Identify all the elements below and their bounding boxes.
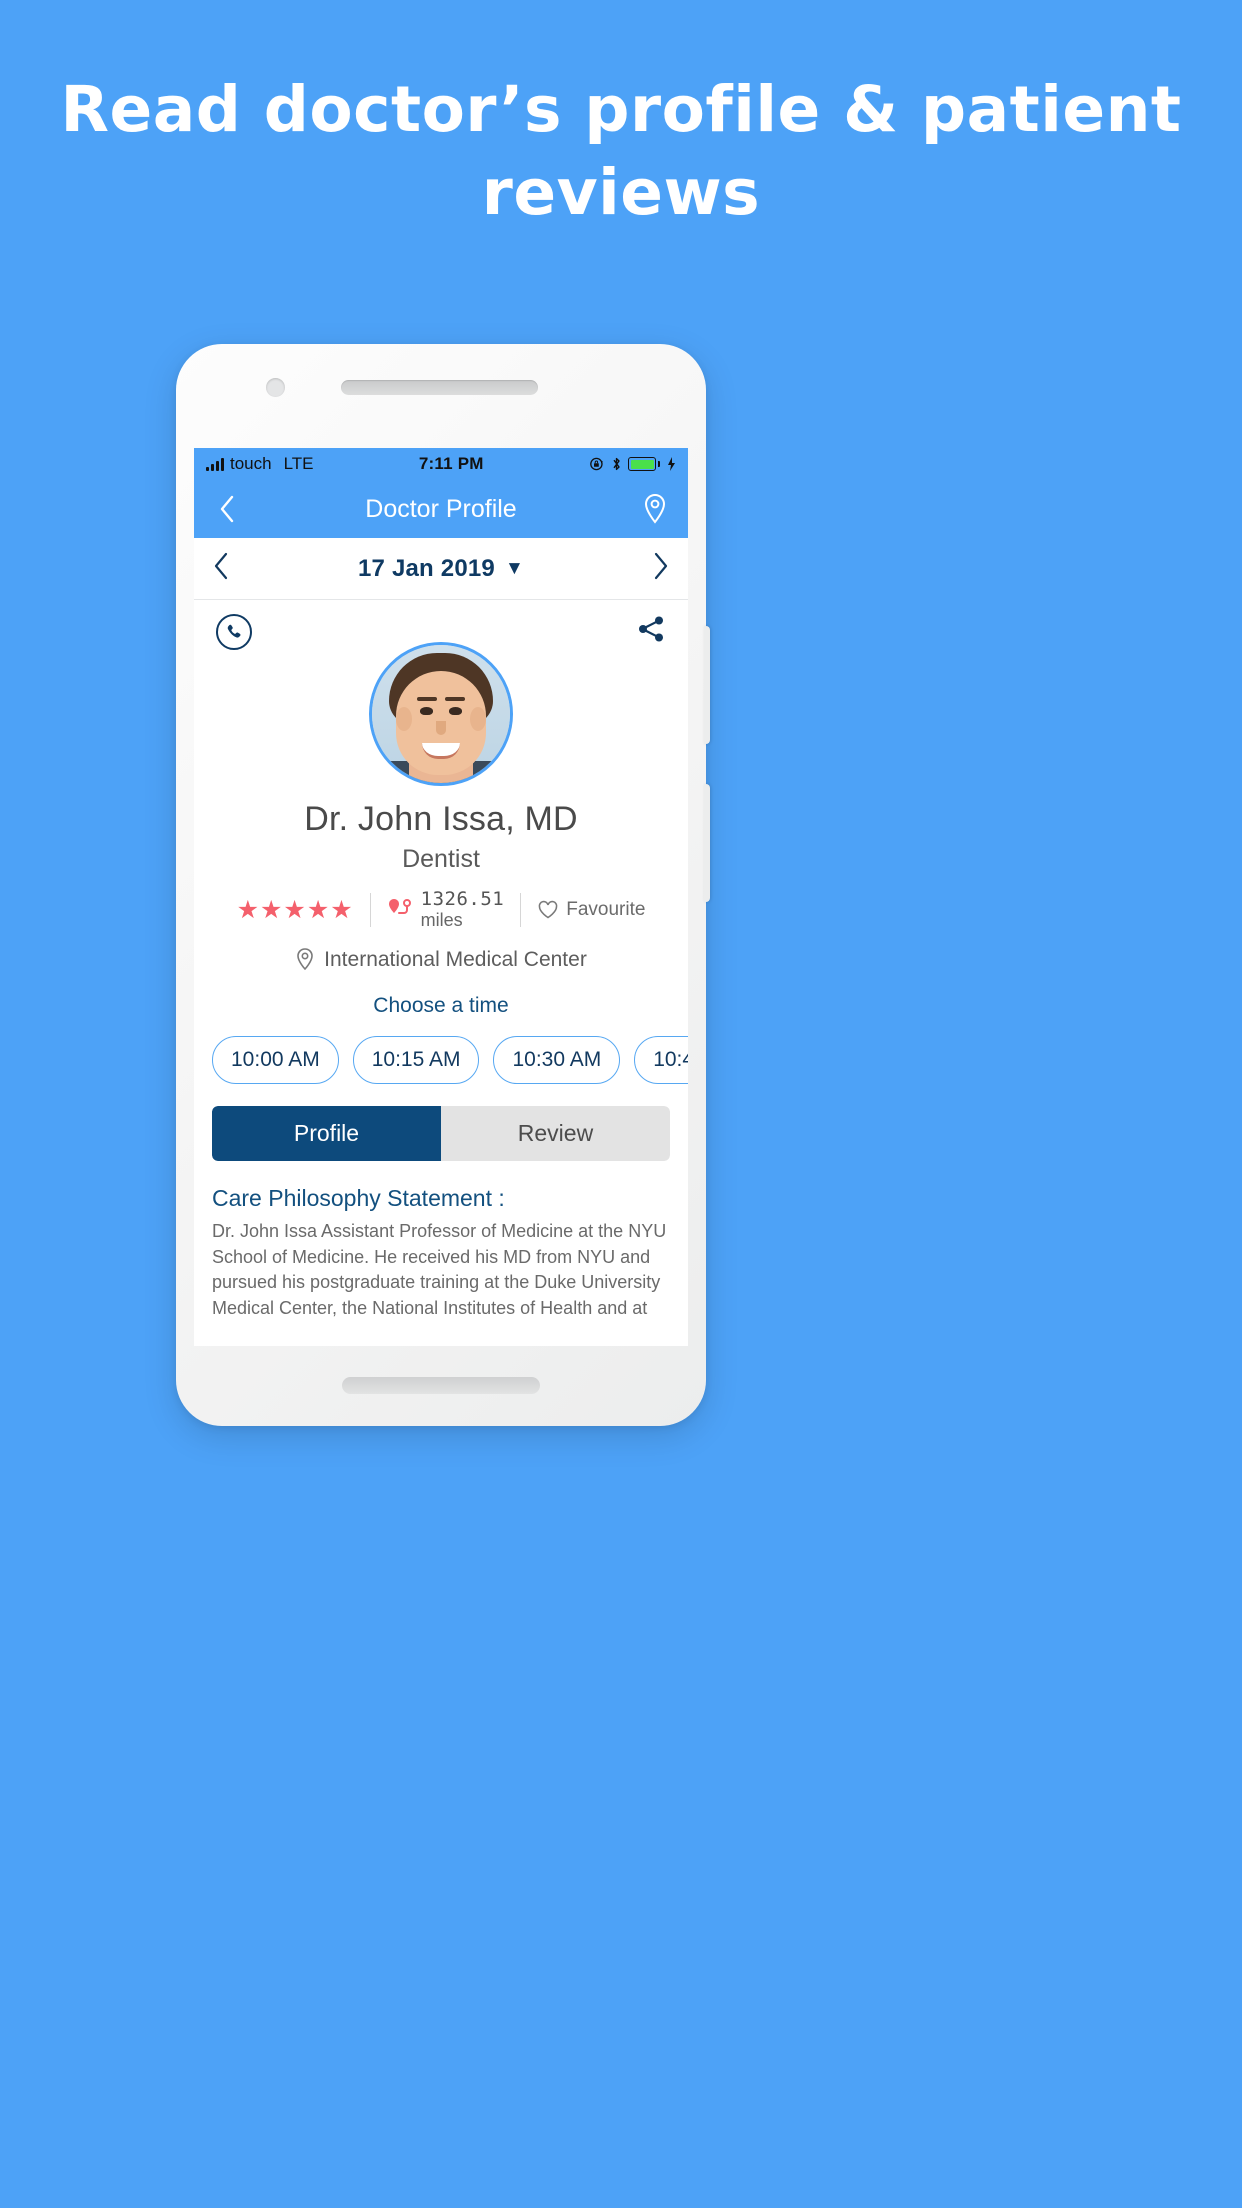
avatar bbox=[369, 642, 513, 786]
side-button-lower bbox=[704, 784, 710, 902]
doctor-specialty: Dentist bbox=[402, 845, 480, 873]
date-selector-bar: 17 Jan 2019 ▼ bbox=[194, 538, 688, 600]
favourite-label: Favourite bbox=[566, 898, 646, 920]
tab-review[interactable]: Review bbox=[441, 1106, 670, 1161]
hospital-row[interactable]: International Medical Center bbox=[194, 947, 688, 972]
time-slot[interactable]: 10:00 AM bbox=[212, 1036, 339, 1084]
chevron-left-icon bbox=[220, 495, 234, 523]
map-pin-icon bbox=[297, 948, 313, 971]
phone-screen: touch LTE 7:11 PM Doctor Profile 17 Jan … bbox=[194, 448, 688, 1346]
battery-tip bbox=[658, 461, 660, 467]
hospital-name: International Medical Center bbox=[324, 947, 587, 971]
details-section: Care Philosophy Statement : Dr. John Iss… bbox=[194, 1185, 688, 1346]
rotation-lock-icon bbox=[590, 457, 603, 471]
status-bar: touch LTE 7:11 PM bbox=[194, 448, 688, 480]
distance-value: 1326.51 bbox=[420, 888, 505, 910]
rating-stars[interactable]: ★★★★★ bbox=[221, 895, 370, 925]
network-label: LTE bbox=[283, 454, 314, 473]
back-button[interactable] bbox=[210, 492, 244, 526]
profile-content: Dr. John Issa, MD Dentist ★★★★★ 1326.51 … bbox=[194, 600, 688, 1346]
doctor-meta-row: ★★★★★ 1326.51 miles Favourite bbox=[194, 888, 688, 931]
selected-date-label: 17 Jan 2019 bbox=[358, 554, 495, 582]
doctor-avatar-wrap bbox=[194, 642, 688, 786]
distance-cell: 1326.51 miles bbox=[371, 888, 521, 931]
share-icon bbox=[639, 616, 663, 642]
chevron-right-icon bbox=[654, 552, 668, 579]
doctor-name: Dr. John Issa, MD bbox=[304, 800, 578, 838]
profile-tabs: Profile Review bbox=[212, 1106, 670, 1161]
phone-icon bbox=[227, 624, 241, 638]
next-date-button[interactable] bbox=[652, 551, 670, 587]
promo-headline: Read doctor’s profile & patient reviews bbox=[0, 78, 1242, 224]
route-pin-icon bbox=[388, 898, 411, 914]
home-indicator bbox=[342, 1377, 540, 1394]
distance-text: 1326.51 miles bbox=[421, 888, 505, 931]
choose-time-label: Choose a time bbox=[373, 994, 509, 1017]
heart-outline-icon bbox=[538, 900, 558, 918]
earpiece-speaker bbox=[341, 380, 538, 395]
status-bar-right bbox=[589, 456, 676, 472]
star-icons: ★★★★★ bbox=[236, 895, 354, 924]
carrier-label: touch bbox=[230, 454, 272, 473]
bluetooth-icon bbox=[613, 457, 620, 471]
map-pin-icon bbox=[644, 493, 666, 524]
page-title: Doctor Profile bbox=[365, 494, 517, 523]
phone-mockup: touch LTE 7:11 PM Doctor Profile 17 Jan … bbox=[176, 344, 710, 1426]
app-navbar: Doctor Profile bbox=[194, 480, 688, 538]
signal-icon bbox=[206, 457, 224, 471]
time-slot-list[interactable]: 10:00 AM 10:15 AM 10:30 AM 10:45 AM 11:0… bbox=[194, 1018, 688, 1084]
time-slot[interactable]: 10:45 AM bbox=[634, 1036, 688, 1084]
location-button[interactable] bbox=[638, 492, 672, 526]
front-camera-icon bbox=[266, 378, 285, 397]
chevron-left-icon bbox=[214, 552, 228, 579]
time-slot[interactable]: 10:15 AM bbox=[352, 1036, 480, 1084]
selected-date[interactable]: 17 Jan 2019 ▼ bbox=[230, 555, 652, 583]
chevron-down-icon: ▼ bbox=[504, 557, 524, 579]
charging-bolt-icon bbox=[668, 457, 675, 471]
time-slot[interactable]: 10:30 AM bbox=[493, 1036, 621, 1084]
content-clip bbox=[194, 1324, 688, 1346]
share-button[interactable] bbox=[636, 614, 666, 650]
headline-line-2: reviews bbox=[481, 156, 761, 229]
side-button-upper bbox=[704, 626, 710, 744]
previous-date-button[interactable] bbox=[212, 551, 230, 587]
battery-icon bbox=[628, 457, 656, 471]
call-button[interactable] bbox=[216, 614, 252, 650]
status-bar-left: touch LTE bbox=[206, 454, 314, 474]
distance-unit: miles bbox=[420, 910, 463, 930]
tab-profile[interactable]: Profile bbox=[212, 1106, 441, 1161]
section-title-care-philosophy: Care Philosophy Statement : bbox=[212, 1185, 505, 1211]
headline-line-1: Read doctor’s profile & patient bbox=[60, 73, 1182, 146]
favourite-button[interactable]: Favourite bbox=[521, 899, 661, 921]
status-bar-clock: 7:11 PM bbox=[418, 454, 484, 473]
